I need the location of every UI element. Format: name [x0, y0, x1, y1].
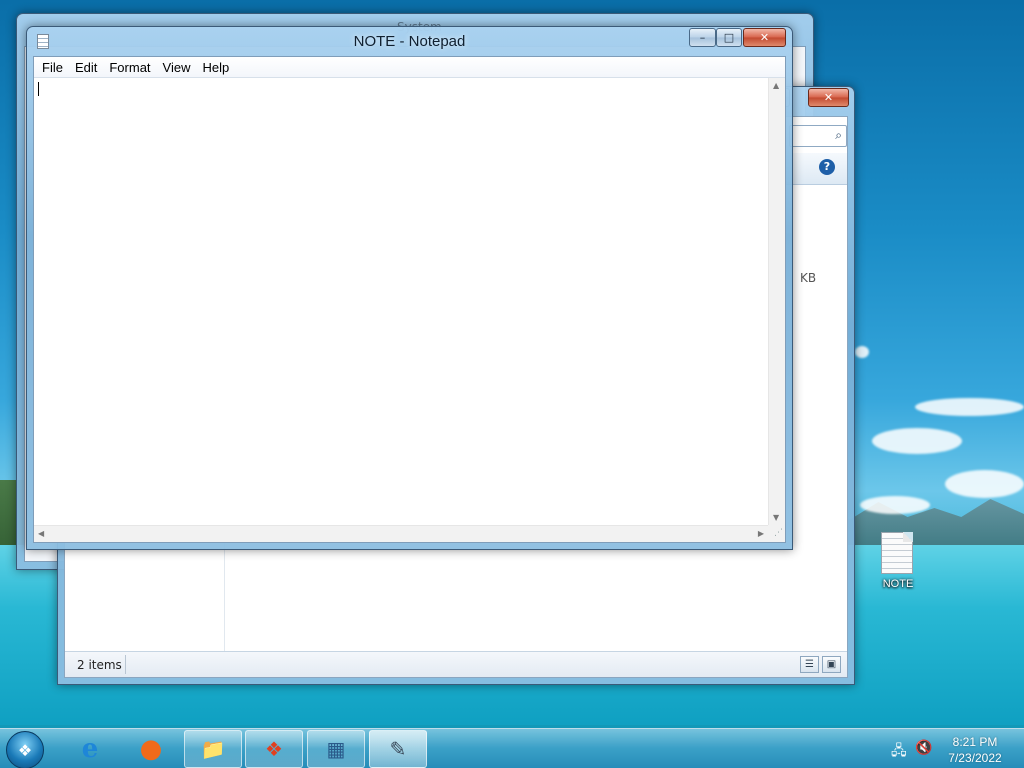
- notepad-menubar: File Edit Format View Help: [34, 57, 785, 78]
- desktop-wallpaper-cloud: [945, 470, 1024, 498]
- horizontal-scrollbar[interactable]: ◀ ▶: [34, 525, 768, 542]
- preview-view-button[interactable]: ▣: [822, 656, 841, 673]
- windows-flag-icon: ❖: [265, 737, 283, 761]
- taskbar-internet-explorer[interactable]: e: [61, 730, 119, 768]
- firefox-icon: ●: [139, 734, 163, 764]
- start-button[interactable]: ❖: [6, 731, 44, 768]
- notepad-icon: ✎: [389, 737, 407, 761]
- menu-view[interactable]: View: [157, 57, 197, 78]
- menu-help[interactable]: Help: [196, 57, 235, 78]
- scroll-left-arrow-icon[interactable]: ◀: [38, 529, 44, 538]
- notepad-close-button[interactable]: ✕: [743, 28, 786, 47]
- volume-muted-icon[interactable]: 🔇: [915, 740, 932, 756]
- explorer-close-button[interactable]: ✕: [808, 88, 849, 107]
- menu-file[interactable]: File: [36, 57, 69, 78]
- status-divider: [125, 655, 126, 674]
- vertical-scrollbar[interactable]: ▲ ▼: [768, 78, 785, 525]
- notepad-window[interactable]: NOTE - Notepad – □ ✕ File Edit Format Vi…: [26, 26, 793, 550]
- desktop-wallpaper-cloud: [855, 346, 869, 358]
- control-panel-icon: ▦: [326, 737, 346, 761]
- menu-format[interactable]: Format: [103, 57, 156, 78]
- help-icon[interactable]: ?: [819, 159, 835, 175]
- taskbar-control-panel[interactable]: ▦: [307, 730, 365, 768]
- file-size-value: KB: [800, 271, 817, 285]
- taskbar: ❖ e ● 📁 ❖ ▦ ✎ 🖧 🔇 8:21 PM 7/23/2022: [0, 728, 1024, 768]
- taskbar-firefox[interactable]: ●: [122, 730, 180, 768]
- network-icon[interactable]: 🖧: [891, 740, 907, 764]
- scroll-down-arrow-icon[interactable]: ▼: [773, 513, 779, 522]
- menu-edit[interactable]: Edit: [69, 57, 103, 78]
- notepad-maximize-button[interactable]: □: [716, 28, 742, 47]
- notepad-minimize-button[interactable]: –: [689, 28, 716, 47]
- notepad-title: NOTE - Notepad: [353, 33, 466, 50]
- desktop-note-file-icon[interactable]: NOTE: [875, 530, 921, 596]
- notepad-client-area: File Edit Format View Help ▲ ▼ ◀ ▶ ⋰: [33, 56, 786, 543]
- clock-time: 8:21 PM: [952, 735, 998, 749]
- size-grip-icon[interactable]: ⋰: [768, 525, 785, 542]
- search-icon: ⌕: [835, 128, 842, 142]
- taskbar-file-explorer[interactable]: 📁: [184, 730, 242, 768]
- system-clock[interactable]: 8:21 PM 7/23/2022: [940, 734, 1010, 766]
- internet-explorer-icon: e: [81, 734, 99, 764]
- desktop-wallpaper-cloud: [860, 496, 930, 514]
- details-view-button[interactable]: ☰: [800, 656, 819, 673]
- explorer-status-bar: 2 items ☰ ▣: [65, 651, 847, 677]
- status-item-count: 2 items: [77, 658, 122, 672]
- scroll-up-arrow-icon[interactable]: ▲: [773, 81, 779, 90]
- text-caret: [38, 82, 39, 96]
- file-fold-icon: [903, 532, 913, 542]
- desktop-wallpaper-cloud: [872, 428, 962, 454]
- windows-logo-icon: ❖: [17, 740, 33, 760]
- desktop-wallpaper-cloud: [915, 398, 1024, 416]
- taskbar-notepad[interactable]: ✎: [369, 730, 427, 768]
- scroll-right-arrow-icon[interactable]: ▶: [758, 529, 764, 538]
- explorer-search-input[interactable]: ⌕: [789, 125, 847, 147]
- file-explorer-icon: 📁: [200, 737, 226, 761]
- desktop-icon-label: NOTE: [882, 578, 914, 590]
- taskbar-windows-flag[interactable]: ❖: [245, 730, 303, 768]
- notepad-text-editor[interactable]: [34, 78, 768, 525]
- clock-date: 7/23/2022: [948, 751, 1002, 765]
